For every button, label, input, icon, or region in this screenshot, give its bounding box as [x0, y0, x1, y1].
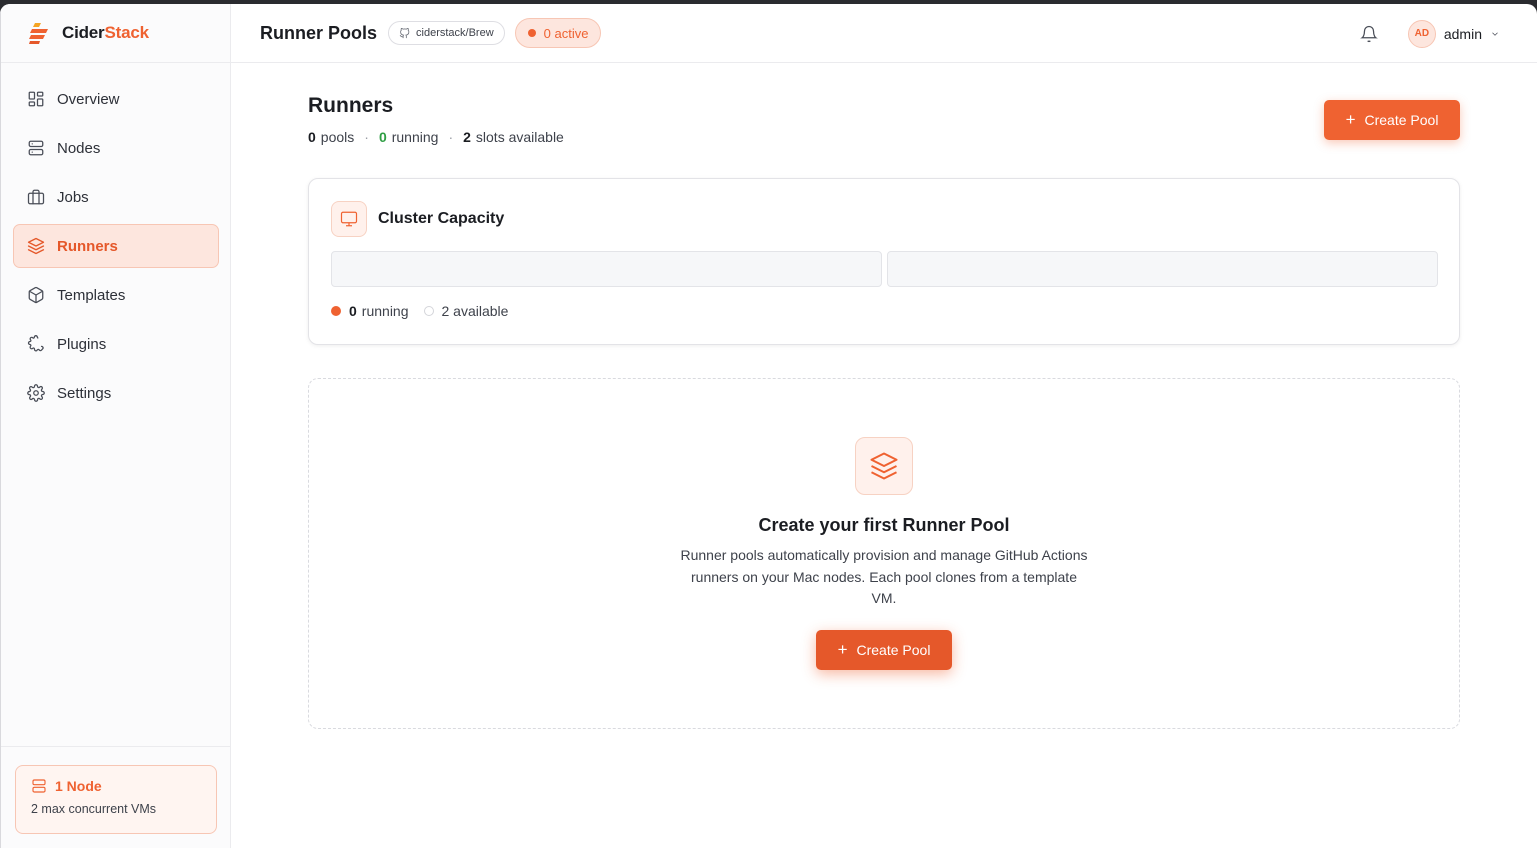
brand-name-part2: Stack [104, 23, 149, 42]
layers-icon [27, 237, 45, 255]
sidebar-item-label: Plugins [57, 335, 107, 353]
user-name[interactable]: admin [1444, 26, 1482, 42]
brand-name-part1: Cider [62, 23, 105, 42]
create-pool-button-empty[interactable]: + Create Pool [816, 630, 952, 670]
plus-icon: + [837, 640, 848, 659]
cube-icon [28, 286, 44, 304]
sidebar-item-label: Templates [57, 286, 126, 304]
node-summary-title: 1 Node [31, 778, 201, 794]
sidebar-item-nodes[interactable]: Nodes [13, 126, 219, 170]
available-dot [423, 306, 434, 316]
sidebar-item-label: Nodes [57, 139, 101, 157]
sidebar-item-overview[interactable]: Overview [13, 77, 219, 121]
capacity-slot [331, 251, 882, 287]
top-bar: Runner Pools ciderstack/Brew 0 active AD… [231, 4, 1537, 63]
sidebar-item-settings[interactable]: Settings [13, 371, 219, 415]
running-dot [331, 306, 341, 316]
sidebar-footer: 1 Node 2 max concurrent VMs [1, 746, 231, 848]
sidebar-item-jobs[interactable]: Jobs [13, 175, 219, 219]
cluster-capacity-card: Cluster Capacity 0 running 2 available [308, 178, 1460, 345]
section-title: Runners [308, 94, 394, 117]
ciderstack-logo-icon [29, 23, 48, 44]
create-pool-label: Create Pool [1364, 112, 1439, 128]
sidebar-item-label: Jobs [57, 188, 89, 206]
empty-state-description: Runner pools automatically provision and… [680, 547, 1088, 606]
create-pool-button[interactable]: + Create Pool [1324, 100, 1460, 140]
sidebar-nav: Overview Nodes Jobs Runners Templates Pl… [1, 63, 230, 415]
capacity-slot [887, 251, 1438, 287]
grid-icon [28, 91, 44, 107]
sidebar-item-runners[interactable]: Runners [13, 224, 219, 268]
node-summary-card[interactable]: 1 Node 2 max concurrent VMs [15, 765, 217, 834]
layers-icon-box [855, 437, 913, 495]
monitor-icon-box [331, 201, 367, 237]
avatar[interactable]: AD [1407, 19, 1436, 48]
capacity-legend: 0 running 2 available [331, 303, 508, 319]
capacity-available-label: 2 available [441, 303, 509, 319]
user-area: AD admin [1360, 4, 1500, 63]
server-icon [32, 779, 46, 793]
stats-separator: · [364, 129, 369, 145]
runner-stats: 0 pools · 0 running · 2 slots available [308, 129, 564, 145]
layers-icon [870, 452, 898, 480]
puzzle-icon [27, 335, 44, 352]
sidebar-item-templates[interactable]: Templates [13, 273, 219, 317]
active-status-badge: 0 active [514, 18, 602, 48]
running-label: running [391, 129, 439, 145]
pools-count: 0 [308, 129, 316, 145]
gear-icon [27, 384, 45, 402]
chevron-down-icon[interactable] [1490, 29, 1500, 39]
briefcase-icon [27, 189, 45, 205]
active-count: 0 active [543, 25, 589, 41]
app-window: CiderStack Overview Nodes Jobs Runners T… [0, 4, 1537, 848]
plus-icon: + [1345, 110, 1356, 129]
sidebar-item-label: Overview [57, 90, 120, 108]
github-icon [399, 27, 410, 38]
stats-separator: · [448, 129, 454, 145]
repo-name: ciderstack/Brew [416, 27, 494, 39]
bell-icon[interactable] [1360, 25, 1378, 43]
sidebar-item-label: Settings [57, 384, 112, 402]
create-pool-label: Create Pool [856, 642, 931, 658]
slots-count: 2 [463, 129, 471, 145]
cluster-capacity-title: Cluster Capacity [378, 210, 505, 227]
brand-name: CiderStack [62, 23, 149, 43]
sidebar: CiderStack Overview Nodes Jobs Runners T… [0, 4, 231, 848]
pools-label: pools [320, 129, 355, 145]
repo-chip[interactable]: ciderstack/Brew [388, 21, 505, 45]
node-count: 1 Node [55, 778, 102, 794]
page-title: Runner Pools [260, 22, 378, 43]
empty-state: Create your first Runner Pool Runner poo… [308, 378, 1460, 729]
cluster-capacity-header: Cluster Capacity [331, 201, 504, 237]
brand[interactable]: CiderStack [1, 4, 230, 63]
empty-state-title: Create your first Runner Pool [758, 515, 1010, 535]
status-dot [527, 29, 536, 37]
server-icon [28, 140, 44, 156]
running-count: 0 [378, 129, 387, 145]
node-capacity: 2 max concurrent VMs [31, 802, 157, 816]
capacity-running-count: 0 [349, 303, 357, 319]
running-stat: 0 [379, 129, 392, 145]
monitor-icon [340, 211, 358, 227]
sidebar-item-label: Runners [57, 237, 118, 255]
sidebar-item-plugins[interactable]: Plugins [13, 322, 219, 366]
main-content: Runners 0 pools · 0 running · 2 slots av… [231, 63, 1537, 848]
capacity-running-label: running [361, 303, 409, 319]
slots-label: slots available [475, 129, 564, 145]
